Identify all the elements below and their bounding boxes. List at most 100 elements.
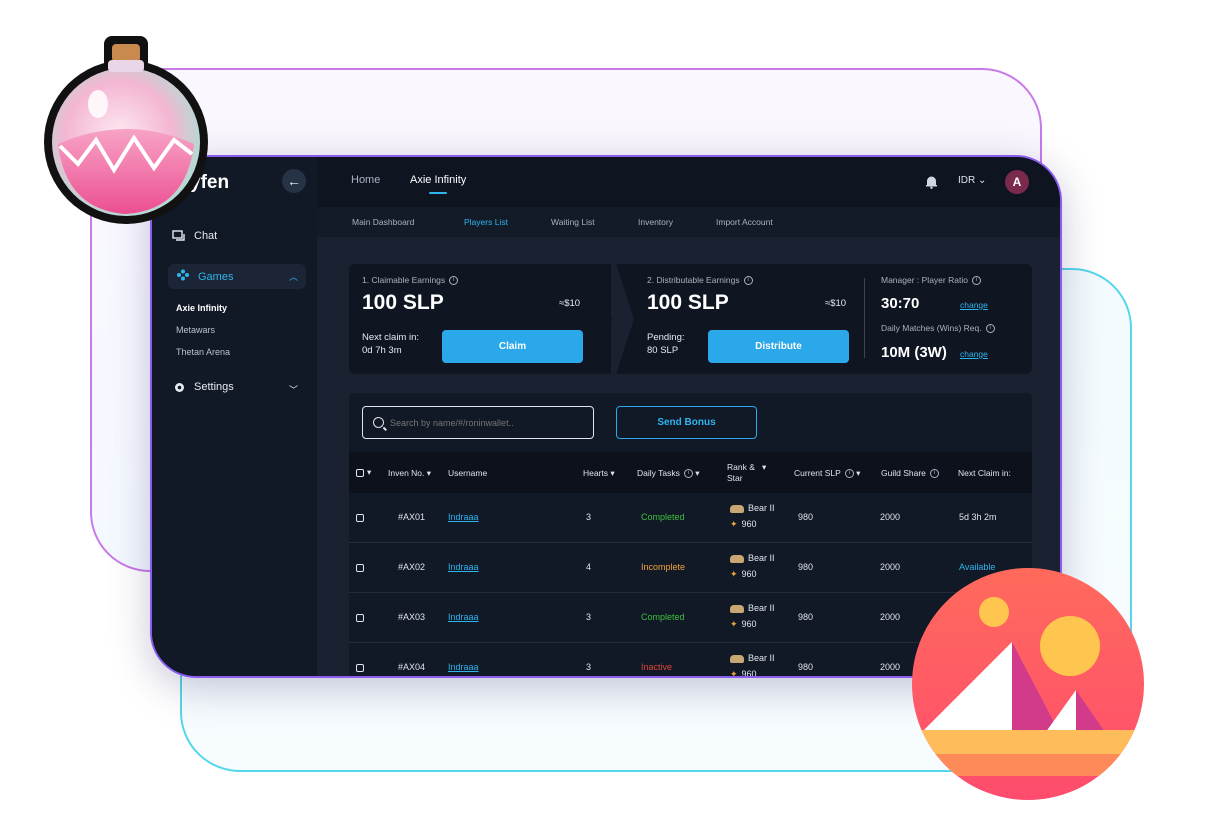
row-checkbox[interactable]	[356, 514, 364, 522]
select-all-checkbox[interactable]	[356, 469, 364, 477]
earnings-summary: 1. Claimable Earnings i 100 SLP ≈$10 Next…	[349, 264, 1032, 374]
col-daily-tasks[interactable]: Daily Tasks i ▾	[637, 468, 699, 479]
sidebar-subitem-metawars[interactable]: Metawars	[176, 325, 215, 335]
info-icon[interactable]: i	[683, 469, 693, 479]
cell-daily-task-status: Completed	[641, 612, 685, 622]
arrow-divider	[594, 264, 612, 374]
currency-label: IDR	[958, 175, 976, 186]
table-header: ▾ Inven No. ▾ Username Hearts ▾ Daily Ta…	[349, 452, 1032, 493]
distributable-value: 100 SLP	[647, 291, 729, 314]
vertical-divider	[864, 278, 865, 358]
cell-guild-share: 2000	[880, 562, 901, 572]
cell-next-claim: 5d 3h 2m	[959, 512, 997, 522]
bear-rank-icon	[730, 654, 744, 663]
search-icon	[373, 417, 384, 428]
subnav-inventory[interactable]: Inventory	[638, 217, 673, 227]
cell-guild-share: 2000	[880, 662, 901, 672]
search-field[interactable]	[362, 406, 594, 439]
cell-current-slp: 980	[798, 562, 814, 572]
row-checkbox[interactable]	[356, 564, 364, 572]
cell-inven-no: #AX02	[398, 562, 426, 572]
sidebar-item-settings[interactable]: Settings	[172, 380, 234, 394]
claimable-card: 1. Claimable Earnings i 100 SLP ≈$10 Next…	[349, 264, 611, 374]
ratio-change-link[interactable]: change	[960, 300, 988, 310]
info-icon[interactable]: i	[971, 276, 981, 286]
cell-daily-task-status: Completed	[641, 512, 685, 522]
sidebar-item-games[interactable]: Games ︿	[168, 264, 306, 289]
col-hearts[interactable]: Hearts ▾	[583, 468, 615, 479]
active-tab-indicator	[429, 192, 447, 194]
cell-inven-no: #AX04	[398, 662, 426, 672]
cell-daily-task-status: Inactive	[641, 662, 673, 672]
subnav-import-account[interactable]: Import Account	[716, 217, 773, 227]
distribute-button[interactable]: Distribute	[708, 330, 849, 363]
select-dropdown-icon[interactable]: ▾	[367, 467, 371, 478]
cell-star: ✦ 960	[730, 519, 757, 530]
matches-change-link[interactable]: change	[960, 349, 988, 359]
col-current-slp[interactable]: Current SLP i ▾	[794, 468, 860, 479]
distributable-card: 2. Distributable Earnings i 100 SLP ≈$10 …	[616, 264, 1032, 374]
info-icon[interactable]: i	[743, 276, 753, 286]
distributable-usd: ≈$10	[825, 298, 847, 309]
info-icon[interactable]: i	[844, 469, 854, 479]
rank-label: Bear II	[748, 553, 775, 563]
bear-rank-icon	[730, 504, 744, 513]
avatar[interactable]: A	[1005, 170, 1029, 194]
top-navigation: Home Axie Infinity IDR ⌄ A	[317, 157, 1060, 207]
send-bonus-button[interactable]: Send Bonus	[616, 406, 757, 439]
col-rank-star[interactable]: Rank & ▾ Star	[727, 462, 766, 484]
next-claim-label: Next claim in:	[362, 332, 420, 343]
cell-username-link[interactable]: Indraaa	[448, 562, 479, 572]
nav-axie-infinity[interactable]: Axie Infinity	[410, 174, 466, 186]
claim-button[interactable]: Claim	[442, 330, 583, 363]
cell-current-slp: 980	[798, 612, 814, 622]
cell-username-link[interactable]: Indraaa	[448, 512, 479, 522]
sailboat-logo-illustration	[912, 568, 1144, 800]
subnav-players-list[interactable]: Players List	[464, 217, 508, 227]
matches-label: Daily Matches (Wins) Req. i	[881, 323, 995, 334]
collapse-sidebar-button[interactable]: ←	[282, 169, 306, 193]
rank-label: Bear II	[748, 503, 775, 513]
ratio-label: Manager : Player Ratio i	[881, 275, 981, 286]
subnav-main-dashboard[interactable]: Main Dashboard	[352, 217, 414, 227]
pending-value: 80 SLP	[647, 345, 679, 356]
col-next-claim: Next Claim in:	[958, 468, 1011, 478]
sidebar-subitem-axie-infinity[interactable]: Axie Infinity	[176, 303, 227, 313]
cell-username-link[interactable]: Indraaa	[448, 662, 479, 672]
claimable-label: 1. Claimable Earnings i	[362, 275, 459, 286]
bell-icon[interactable]	[925, 175, 938, 189]
subnav-waiting-list[interactable]: Waiting List	[551, 217, 595, 227]
stage: yfen ← Chat Games ︿ Axie Infinity Metawa…	[0, 0, 1220, 840]
star-count: 960	[741, 569, 757, 579]
nav-home[interactable]: Home	[351, 174, 380, 186]
chevron-up-icon: ︿	[288, 272, 298, 282]
col-inven-no[interactable]: Inven No. ▾	[388, 468, 431, 479]
star-count: 960	[741, 619, 757, 629]
star-count: 960	[741, 669, 757, 678]
currency-select[interactable]: IDR ⌄	[958, 175, 986, 186]
rank-label: Bear II	[748, 603, 775, 613]
info-icon[interactable]: i	[929, 469, 939, 479]
row-checkbox[interactable]	[356, 664, 364, 672]
gear-icon	[172, 380, 186, 394]
cell-rank: Bear II	[730, 603, 775, 613]
col-guild-share: Guild Share i	[881, 468, 939, 479]
cell-star: ✦ 960	[730, 569, 757, 580]
info-icon[interactable]: i	[985, 324, 995, 334]
info-icon[interactable]: i	[449, 276, 459, 286]
sidebar-subitem-thetan-arena[interactable]: Thetan Arena	[176, 347, 230, 357]
search-input[interactable]	[390, 417, 580, 428]
cell-star: ✦ 960	[730, 669, 757, 678]
arrow-left-icon: ←	[287, 173, 301, 189]
cell-inven-no: #AX01	[398, 512, 426, 522]
cell-rank: Bear II	[730, 503, 775, 513]
cell-current-slp: 980	[798, 512, 814, 522]
bear-rank-icon	[730, 604, 744, 613]
cell-username-link[interactable]: Indraaa	[448, 612, 479, 622]
cell-guild-share: 2000	[880, 612, 901, 622]
rank-label: Bear II	[748, 653, 775, 663]
claimable-value: 100 SLP	[362, 291, 444, 314]
row-checkbox[interactable]	[356, 614, 364, 622]
claimable-usd: ≈$10	[559, 298, 581, 309]
star-icon: ✦	[730, 519, 738, 529]
